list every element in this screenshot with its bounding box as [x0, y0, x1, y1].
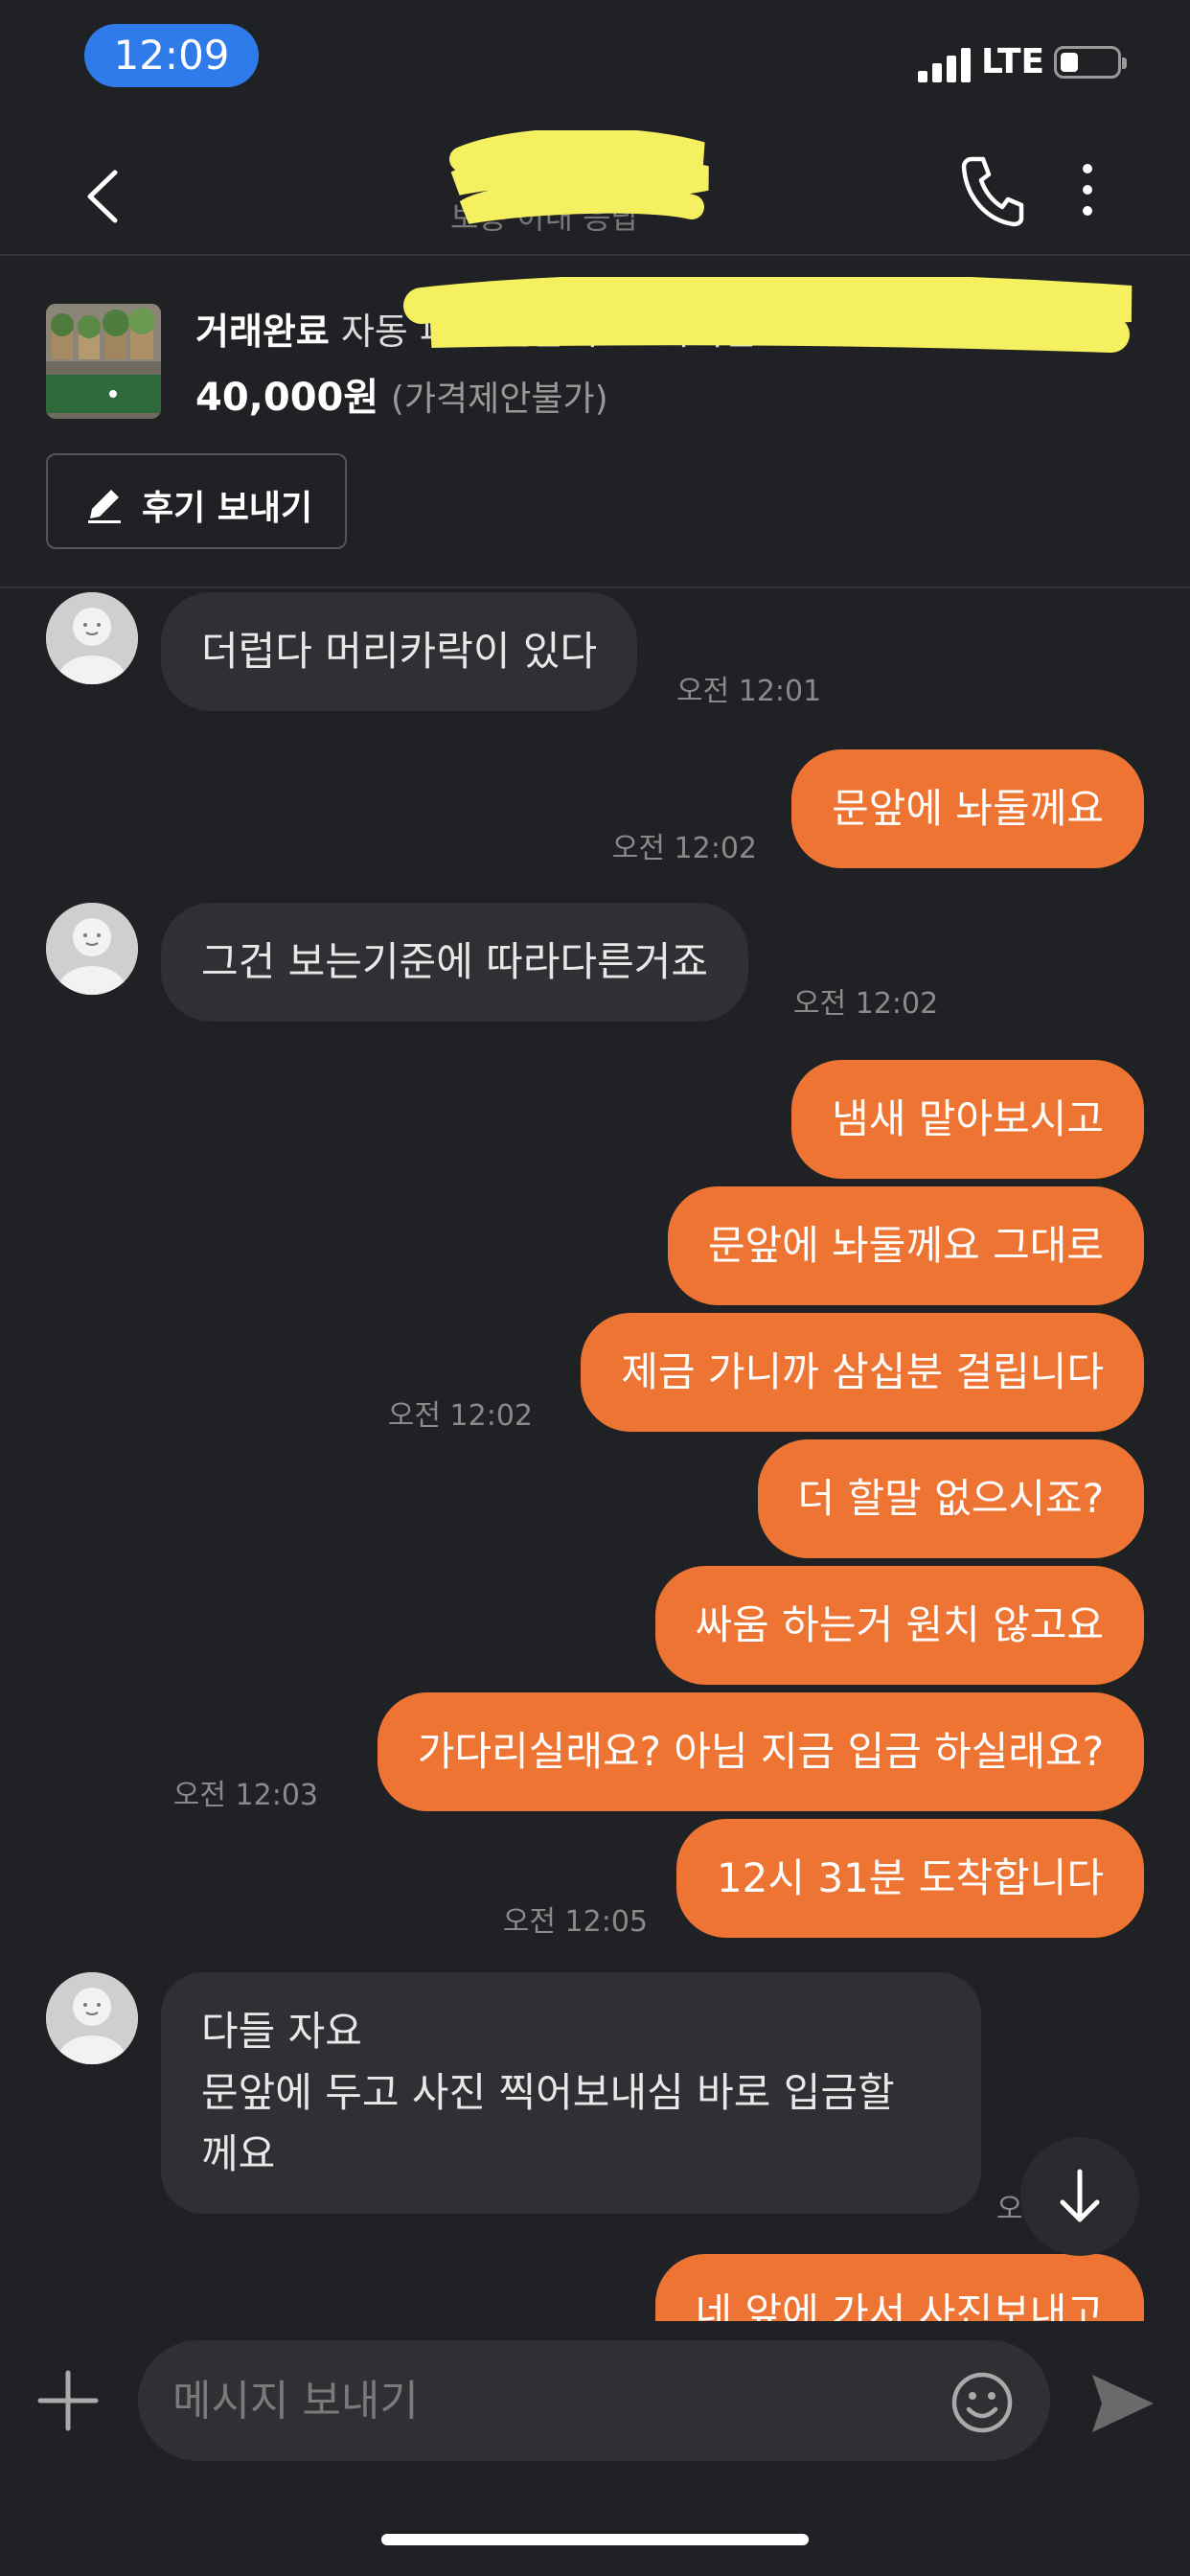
message-time: 오전 12:05	[502, 1905, 648, 1939]
outgoing-message[interactable]: 가다리실래요? 아님 지금 입금 하실래요?	[377, 1692, 1144, 1811]
avatar[interactable]	[46, 1972, 138, 2064]
message-list[interactable]: 더럽다 머리카락이 있다 오전 12:01 오전 12:02 문앞에 놔둘께요 …	[0, 586, 1190, 2321]
message-time: 오전 12:02	[793, 987, 939, 1021]
message-time: 오전 12:02	[387, 1399, 533, 1433]
message-composer	[0, 2321, 1190, 2474]
message-time: 오전 12:01	[676, 675, 822, 708]
avatar[interactable]	[46, 903, 138, 995]
network-label: LTE	[981, 42, 1045, 81]
signal-icon	[918, 46, 972, 82]
call-button[interactable]	[958, 151, 1025, 228]
send-icon	[1092, 2375, 1154, 2432]
outgoing-message[interactable]: 문앞에 놔둘께요	[791, 749, 1144, 868]
back-icon	[87, 170, 118, 223]
attach-button[interactable]	[36, 2369, 100, 2432]
send-review-button[interactable]: 후기 보내기	[46, 453, 347, 549]
outgoing-message[interactable]: 싸움 하는거 원치 않고요	[654, 1566, 1144, 1685]
product-price: 40,000원	[195, 376, 379, 420]
avatar-icon	[46, 592, 138, 684]
trade-status: 거래완료	[195, 310, 330, 353]
price-note: (가격제안불가)	[390, 380, 608, 419]
send-button[interactable]	[1088, 2369, 1157, 2438]
status-time: 12:09	[84, 24, 259, 87]
incoming-message[interactable]: 더럽다 머리카락이 있다	[161, 592, 638, 711]
message-line: 문앞에 두고 사진 찍어보내심 바로 입금할	[201, 2069, 895, 2116]
message-time: 오전 12:02	[611, 832, 757, 865]
avatar-icon	[46, 903, 138, 995]
phone-icon	[961, 156, 1024, 227]
product-thumbnail[interactable]	[46, 304, 161, 419]
outgoing-message[interactable]: 더 할말 없으시죠?	[757, 1439, 1144, 1558]
review-button-label: 후기 보내기	[142, 489, 313, 528]
redaction-mark	[403, 277, 1133, 353]
pencil-icon	[88, 490, 121, 523]
message-time: 오전 12:03	[172, 1779, 318, 1812]
avatar-icon	[46, 1972, 138, 2064]
product-price-line: 40,000원 (가격제안불가)	[195, 366, 608, 422]
message-time: 오	[996, 2193, 1023, 2226]
incoming-message[interactable]: 다들 자요 문앞에 두고 사진 찍어보내심 바로 입금할 께요	[161, 1972, 981, 2214]
arrow-down-icon	[1060, 2169, 1100, 2222]
status-bar: 12:09 LTE	[0, 0, 1190, 125]
more-menu-button[interactable]	[1073, 161, 1102, 218]
product-summary[interactable]: 거래완료 자동 퍼팅 연습기 10회미만 40,000원 (가격제안불가) 후기…	[0, 256, 1190, 588]
message-input[interactable]	[138, 2340, 1050, 2461]
outgoing-message[interactable]: 제금 가니까 삼십분 걸립니다	[581, 1313, 1144, 1432]
incoming-message[interactable]: 그건 보는기준에 따라다른거죠	[161, 903, 749, 1022]
message-line: 다들 자요	[201, 2008, 362, 2055]
message-line: 께요	[201, 2130, 276, 2177]
redaction-scribble	[449, 130, 709, 224]
chat-header: °C 보통 이내 응답	[0, 125, 1190, 256]
scroll-to-bottom-button[interactable]	[1020, 2137, 1139, 2256]
outgoing-message[interactable]: 문앞에 놔둘께요 그대로	[667, 1186, 1144, 1305]
home-indicator[interactable]	[381, 2534, 809, 2545]
back-button[interactable]	[77, 163, 134, 230]
outgoing-message[interactable]: 12시 31분 도착합니다	[675, 1819, 1144, 1938]
more-vertical-icon	[1083, 164, 1092, 216]
plus-icon	[37, 2370, 99, 2431]
battery-icon	[1054, 46, 1127, 79]
emoji-icon	[951, 2372, 1013, 2433]
emoji-button[interactable]	[949, 2369, 1016, 2436]
outgoing-message[interactable]: 네 앞에 가서 사진보내고	[654, 2254, 1144, 2321]
outgoing-message[interactable]: 냄새 맡아보시고	[791, 1060, 1144, 1179]
avatar[interactable]	[46, 592, 138, 684]
